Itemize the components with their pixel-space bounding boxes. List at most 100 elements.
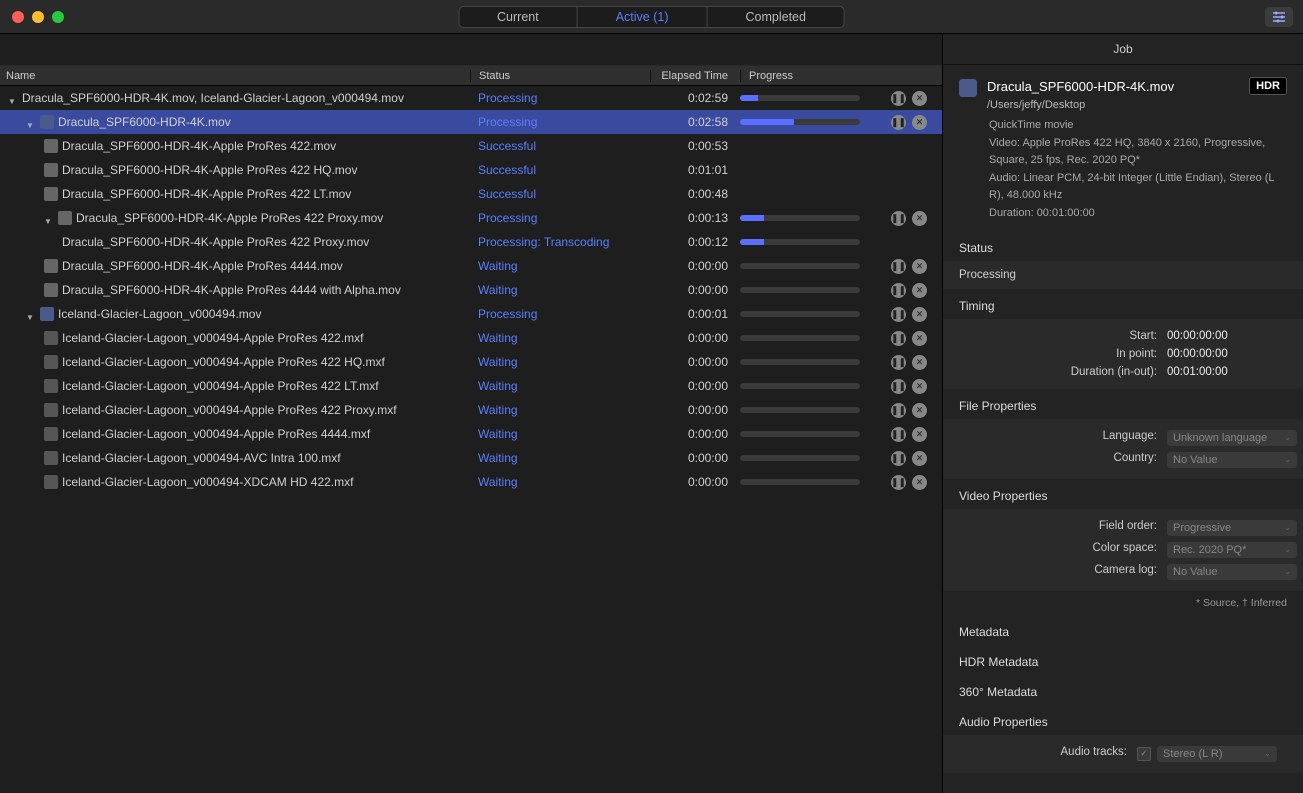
fullscreen-window-icon[interactable] [52,11,64,23]
pause-button[interactable]: ❚❚ [891,115,906,130]
pause-button[interactable]: ❚❚ [891,211,906,226]
row-filename: Dracula_SPF6000-HDR-4K.mov [58,115,231,129]
pause-button[interactable]: ❚❚ [891,91,906,106]
minimize-window-icon[interactable] [32,11,44,23]
table-row[interactable]: Dracula_SPF6000-HDR-4K.mov, Iceland-Glac… [0,86,942,110]
fieldorder-label: Field order: [1099,520,1157,536]
fieldorder-select[interactable]: Progressive⌄ [1167,520,1297,536]
table-row[interactable]: Iceland-Glacier-Lagoon_v000494-XDCAM HD … [0,470,942,494]
pause-button[interactable]: ❚❚ [891,451,906,466]
cancel-button[interactable]: ✕ [912,331,927,346]
cancel-button[interactable]: ✕ [912,283,927,298]
timing-dur-value: 00:01:00:00 [1167,366,1287,378]
table-row[interactable]: Iceland-Glacier-Lagoon_v000494.movProces… [0,302,942,326]
tab-current[interactable]: Current [459,7,578,27]
tab-completed[interactable]: Completed [708,7,844,27]
table-row[interactable]: Iceland-Glacier-Lagoon_v000494-Apple Pro… [0,326,942,350]
cameralog-select[interactable]: No Value⌄ [1167,564,1297,580]
progress-bar [740,239,860,245]
cancel-button[interactable]: ✕ [912,403,927,418]
timing-start-value: 00:00:00:00 [1167,330,1287,342]
inspector-filename: Dracula_SPF6000-HDR-4K.mov [987,79,1174,94]
pause-button[interactable]: ❚❚ [891,331,906,346]
job-rows: Dracula_SPF6000-HDR-4K.mov, Iceland-Glac… [0,86,942,793]
table-row[interactable]: Dracula_SPF6000-HDR-4K-Apple ProRes 4444… [0,278,942,302]
section-metadata-header[interactable]: Metadata [943,615,1303,645]
audiotracks-checkbox[interactable]: ✓ [1137,747,1151,761]
row-elapsed-time: 0:00:00 [650,331,740,345]
table-row[interactable]: Dracula_SPF6000-HDR-4K.mov Processing0:02… [0,110,942,134]
table-row[interactable]: Dracula_SPF6000-HDR-4K-Apple ProRes 4444… [0,254,942,278]
pause-button[interactable]: ❚❚ [891,475,906,490]
row-filename: Dracula_SPF6000-HDR-4K-Apple ProRes 422 … [76,211,383,225]
row-filename: Dracula_SPF6000-HDR-4K-Apple ProRes 422 … [62,187,351,201]
disclosure-triangle-icon[interactable] [8,93,18,103]
cancel-button[interactable]: ✕ [912,379,927,394]
column-header-status[interactable]: Status [470,70,650,82]
inspector-duration: Duration: 00:01:00:00 [989,205,1287,223]
table-row[interactable]: Dracula_SPF6000-HDR-4K-Apple ProRes 422 … [0,182,942,206]
disclosure-triangle-icon[interactable] [44,213,54,223]
progress-bar [740,119,860,125]
row-elapsed-time: 0:00:01 [650,307,740,321]
timing-dur-label: Duration (in-out): [1071,366,1157,378]
column-header-name[interactable]: Name [0,70,470,82]
pause-button[interactable]: ❚❚ [891,283,906,298]
cancel-button[interactable]: ✕ [912,427,927,442]
row-status: Processing: Transcoding [470,235,650,249]
mxf-file-icon [44,475,58,489]
section-audioprops-header: Audio Properties [943,705,1303,735]
inspector-toggle-button[interactable] [1265,7,1293,27]
cancel-button[interactable]: ✕ [912,451,927,466]
table-row[interactable]: Dracula_SPF6000-HDR-4K-Apple ProRes 422.… [0,134,942,158]
cancel-button[interactable]: ✕ [912,475,927,490]
pause-button[interactable]: ❚❚ [891,355,906,370]
cancel-button[interactable]: ✕ [912,91,927,106]
column-header-progress[interactable]: Progress [740,70,884,82]
row-status: Processing [470,115,650,129]
tab-active[interactable]: Active (1) [578,7,708,27]
audiotracks-select[interactable]: Stereo (L R)⌄ [1157,746,1277,762]
row-elapsed-time: 0:00:00 [650,355,740,369]
section-360meta-header[interactable]: 360° Metadata [943,675,1303,705]
status-value: Processing [943,261,1303,289]
disclosure-triangle-icon[interactable] [26,117,36,127]
cancel-button[interactable]: ✕ [912,211,927,226]
colorspace-select[interactable]: Rec. 2020 PQ*⌄ [1167,542,1297,558]
row-elapsed-time: 0:02:58 [650,115,740,129]
table-row[interactable]: Dracula_SPF6000-HDR-4K-Apple ProRes 422 … [0,158,942,182]
disclosure-triangle-icon[interactable] [26,309,36,319]
table-row[interactable]: Iceland-Glacier-Lagoon_v000494-Apple Pro… [0,374,942,398]
cancel-button[interactable]: ✕ [912,355,927,370]
pause-button[interactable]: ❚❚ [891,379,906,394]
pause-button[interactable]: ❚❚ [891,427,906,442]
section-status-header: Status [943,231,1303,261]
table-row[interactable]: Iceland-Glacier-Lagoon_v000494-AVC Intra… [0,446,942,470]
table-row[interactable]: Iceland-Glacier-Lagoon_v000494-Apple Pro… [0,422,942,446]
mxf-file-icon [44,379,58,393]
preset-file-icon [44,283,58,297]
table-row[interactable]: Iceland-Glacier-Lagoon_v000494-Apple Pro… [0,350,942,374]
inspector-video-info: Video: Apple ProRes 422 HQ, 3840 x 2160,… [989,135,1287,170]
movie-file-icon [40,307,54,321]
cancel-button[interactable]: ✕ [912,259,927,274]
progress-bar [740,359,860,365]
section-hdrmeta-header[interactable]: HDR Metadata [943,645,1303,675]
table-row[interactable]: Dracula_SPF6000-HDR-4K-Apple ProRes 422 … [0,230,942,254]
country-select[interactable]: No Value⌄ [1167,452,1297,468]
table-row[interactable]: Dracula_SPF6000-HDR-4K-Apple ProRes 422 … [0,206,942,230]
table-row[interactable]: Iceland-Glacier-Lagoon_v000494-Apple Pro… [0,398,942,422]
cancel-button[interactable]: ✕ [912,307,927,322]
cancel-button[interactable]: ✕ [912,115,927,130]
language-select[interactable]: Unknown language⌄ [1167,430,1297,446]
column-header-elapsed[interactable]: Elapsed Time [650,70,740,82]
inspector-panel: Job Dracula_SPF6000-HDR-4K.mov HDR /User… [943,34,1303,793]
pause-button[interactable]: ❚❚ [891,403,906,418]
progress-bar [740,215,860,221]
row-status: Waiting [470,259,650,273]
close-window-icon[interactable] [12,11,24,23]
pause-button[interactable]: ❚❚ [891,307,906,322]
pause-button[interactable]: ❚❚ [891,259,906,274]
mxf-file-icon [44,355,58,369]
preset-file-icon [44,163,58,177]
